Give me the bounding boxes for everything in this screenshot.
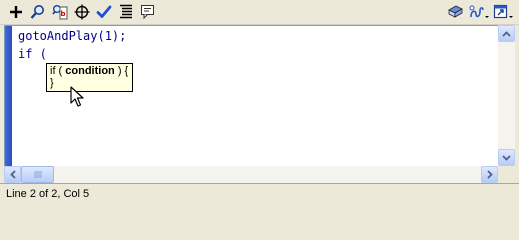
chevron-down-icon [502,154,511,161]
code-hint-param: condition [65,65,115,77]
code-hint-tooltip: if ( condition ) { } [46,63,133,92]
grip-icon [34,171,41,178]
code-hint-close: } [50,77,54,89]
add-statement-icon[interactable] [5,1,26,22]
chevron-left-icon [9,170,16,179]
code-hint-prefix: if ( [50,65,66,77]
chevron-right-icon [486,170,493,179]
scroll-down-button[interactable] [498,149,515,166]
mouse-pointer-icon [70,86,84,107]
scroll-up-button[interactable] [498,25,515,42]
insert-target-path-icon[interactable] [71,1,92,22]
scroll-left-button[interactable] [4,166,21,183]
code-line: gotoAndPlay(1); [18,29,127,43]
auto-format-icon[interactable] [115,1,136,22]
show-code-hint-icon[interactable] [137,1,158,22]
svg-text:b: b [60,10,65,18]
breakpoint-gutter[interactable] [5,26,12,166]
code-line: if ( [18,47,47,61]
horizontal-scrollbar[interactable] [4,166,498,183]
vertical-scrollbar[interactable] [498,25,515,166]
cursor-position-text: Line 2 of 2, Col 5 [6,188,90,200]
scroll-right-button[interactable] [481,166,498,183]
check-syntax-icon[interactable] [93,1,114,22]
view-options-icon[interactable] [492,1,516,22]
code-hint-line: if ( condition ) { [50,65,132,77]
find-icon[interactable] [27,1,48,22]
status-bar: Line 2 of 2, Col 5 [0,183,519,206]
scrollbar-corner [498,166,515,183]
scroll-thumb[interactable] [21,166,54,183]
toolbar: b [0,0,519,25]
reference-icon[interactable] [444,1,465,22]
find-replace-icon[interactable]: b [49,1,70,22]
debug-options-icon[interactable] [467,1,491,22]
code-hint-suffix: ) { [114,65,129,77]
actions-panel: b gotoAndPlay(1); if (if (condition) … [0,0,519,206]
chevron-up-icon [502,30,511,37]
